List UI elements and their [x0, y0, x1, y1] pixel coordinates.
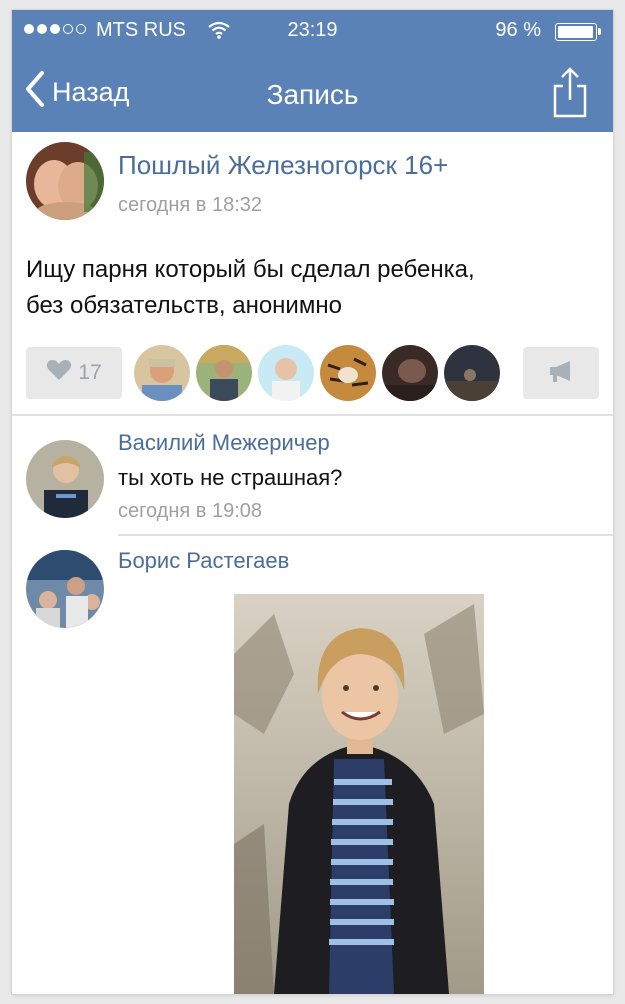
post-timestamp: сегодня в 18:32 [118, 194, 262, 216]
megaphone-icon [546, 359, 576, 388]
like-button[interactable]: 17 [26, 347, 122, 399]
app-screen: MTS RUS 23:19 96 % Назад Запись Пошлый Ж… [12, 10, 613, 994]
comment-author-link[interactable]: Борис Растегаев [118, 548, 289, 574]
comment-author-link[interactable]: Василий Межеричер [118, 430, 330, 456]
liker-avatar[interactable] [134, 345, 190, 401]
liker-avatar[interactable] [444, 345, 500, 401]
post-text-line: без обязательств, анонимно [26, 292, 342, 319]
status-bar: MTS RUS 23:19 96 % [12, 10, 613, 52]
post-text-line: Ищу парня который бы сделал ребенка, [26, 256, 475, 283]
liker-avatar[interactable] [196, 345, 252, 401]
share-button[interactable] [551, 64, 589, 125]
group-avatar[interactable] [26, 142, 104, 220]
post-text: Ищу парня который бы сделал ребенка, без… [26, 252, 601, 324]
header-bar: MTS RUS 23:19 96 % Назад Запись [12, 10, 613, 132]
comment-avatar[interactable] [26, 550, 104, 628]
repost-button[interactable] [523, 347, 599, 399]
likers-list [134, 345, 506, 401]
battery-percent: 96 % [495, 19, 541, 41]
comment-photo[interactable] [234, 594, 484, 994]
share-icon [551, 67, 589, 124]
post-author-link[interactable]: Пошлый Железногорск 16+ [118, 150, 448, 181]
liker-avatar[interactable] [320, 345, 376, 401]
divider [118, 534, 613, 536]
comment-avatar[interactable] [26, 440, 104, 518]
heart-icon [46, 359, 72, 387]
comment-text: ты хоть не страшная? [118, 465, 343, 490]
navigation-bar: Назад Запись [12, 52, 613, 132]
likes-count: 17 [78, 361, 102, 384]
page-title: Запись [266, 79, 359, 110]
liker-avatar[interactable] [382, 345, 438, 401]
battery-icon [555, 23, 601, 41]
comment-timestamp: сегодня в 19:08 [118, 500, 262, 522]
liker-avatar[interactable] [258, 345, 314, 401]
divider [12, 414, 613, 416]
